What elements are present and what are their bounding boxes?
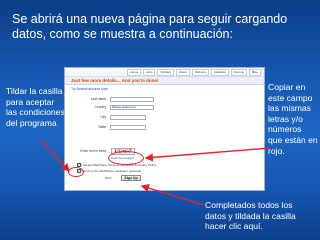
sign-up-label: Sign Up — [124, 176, 138, 180]
terms-highlight-ring — [68, 167, 84, 177]
newsletter-row: Send me the WebShare newsletter (optiona… — [77, 169, 141, 173]
city-field[interactable] — [110, 114, 146, 120]
screenshot-subtitle-row: Try Default account type — [65, 85, 264, 92]
signup-form: Last name: Country: Please select one Ci… — [65, 92, 264, 182]
screenshot-title-bar: Just few more details... And you're done… — [65, 77, 264, 85]
captcha-label: Enter text in send: — [80, 149, 107, 153]
right-note: Copiar en este campo las mismas letras y… — [268, 82, 318, 156]
screenshot-title: Just few more details... And you're done… — [71, 78, 159, 83]
screenshot-nav: Home Help Contact About Partners Feature… — [127, 68, 261, 76]
newsletter-text: Send me the WebShare newsletter (optiona… — [81, 169, 142, 173]
back-link[interactable]: Back — [105, 176, 112, 180]
last-name-field[interactable] — [110, 96, 154, 102]
city-label: City: — [100, 115, 107, 119]
instruction-heading: Se abrirá una nueva página para seguir c… — [12, 12, 288, 41]
nav-item[interactable]: Partners — [191, 68, 209, 76]
nav-item[interactable]: Help — [143, 68, 156, 76]
state-field[interactable] — [110, 124, 146, 130]
nav-item[interactable]: About — [175, 68, 190, 76]
nav-item[interactable]: Contact — [157, 68, 174, 76]
country-row: Country: Please select one — [69, 104, 154, 110]
country-label: Country: — [94, 105, 107, 109]
state-label: State: — [98, 125, 107, 129]
left-note: Tildar la casilla para aceptar las condi… — [6, 86, 65, 128]
city-row: City: — [69, 114, 146, 120]
nav-item[interactable]: Forums — [230, 68, 247, 76]
country-select[interactable]: Please select one — [110, 104, 154, 110]
sign-up-button[interactable]: Sign Up — [121, 175, 141, 181]
captcha-highlight-ring — [108, 151, 144, 165]
last-name-row: Last name: — [69, 96, 154, 102]
screenshot-topbar: Home Help Contact About Partners Feature… — [65, 68, 264, 77]
last-name-label: Last name: — [90, 97, 107, 101]
signup-screenshot: Home Help Contact About Partners Feature… — [64, 67, 265, 191]
nav-item[interactable]: Features — [210, 68, 229, 76]
captcha-row: Enter text in send: — [69, 148, 107, 154]
screenshot-subtitle[interactable]: Try Default account type — [71, 87, 108, 91]
bottom-note: Completados todos los datos y tildada la… — [205, 200, 296, 232]
nav-item[interactable]: Home — [127, 68, 142, 76]
state-row: State: — [69, 124, 146, 130]
nav-item[interactable]: Blog — [248, 68, 261, 76]
